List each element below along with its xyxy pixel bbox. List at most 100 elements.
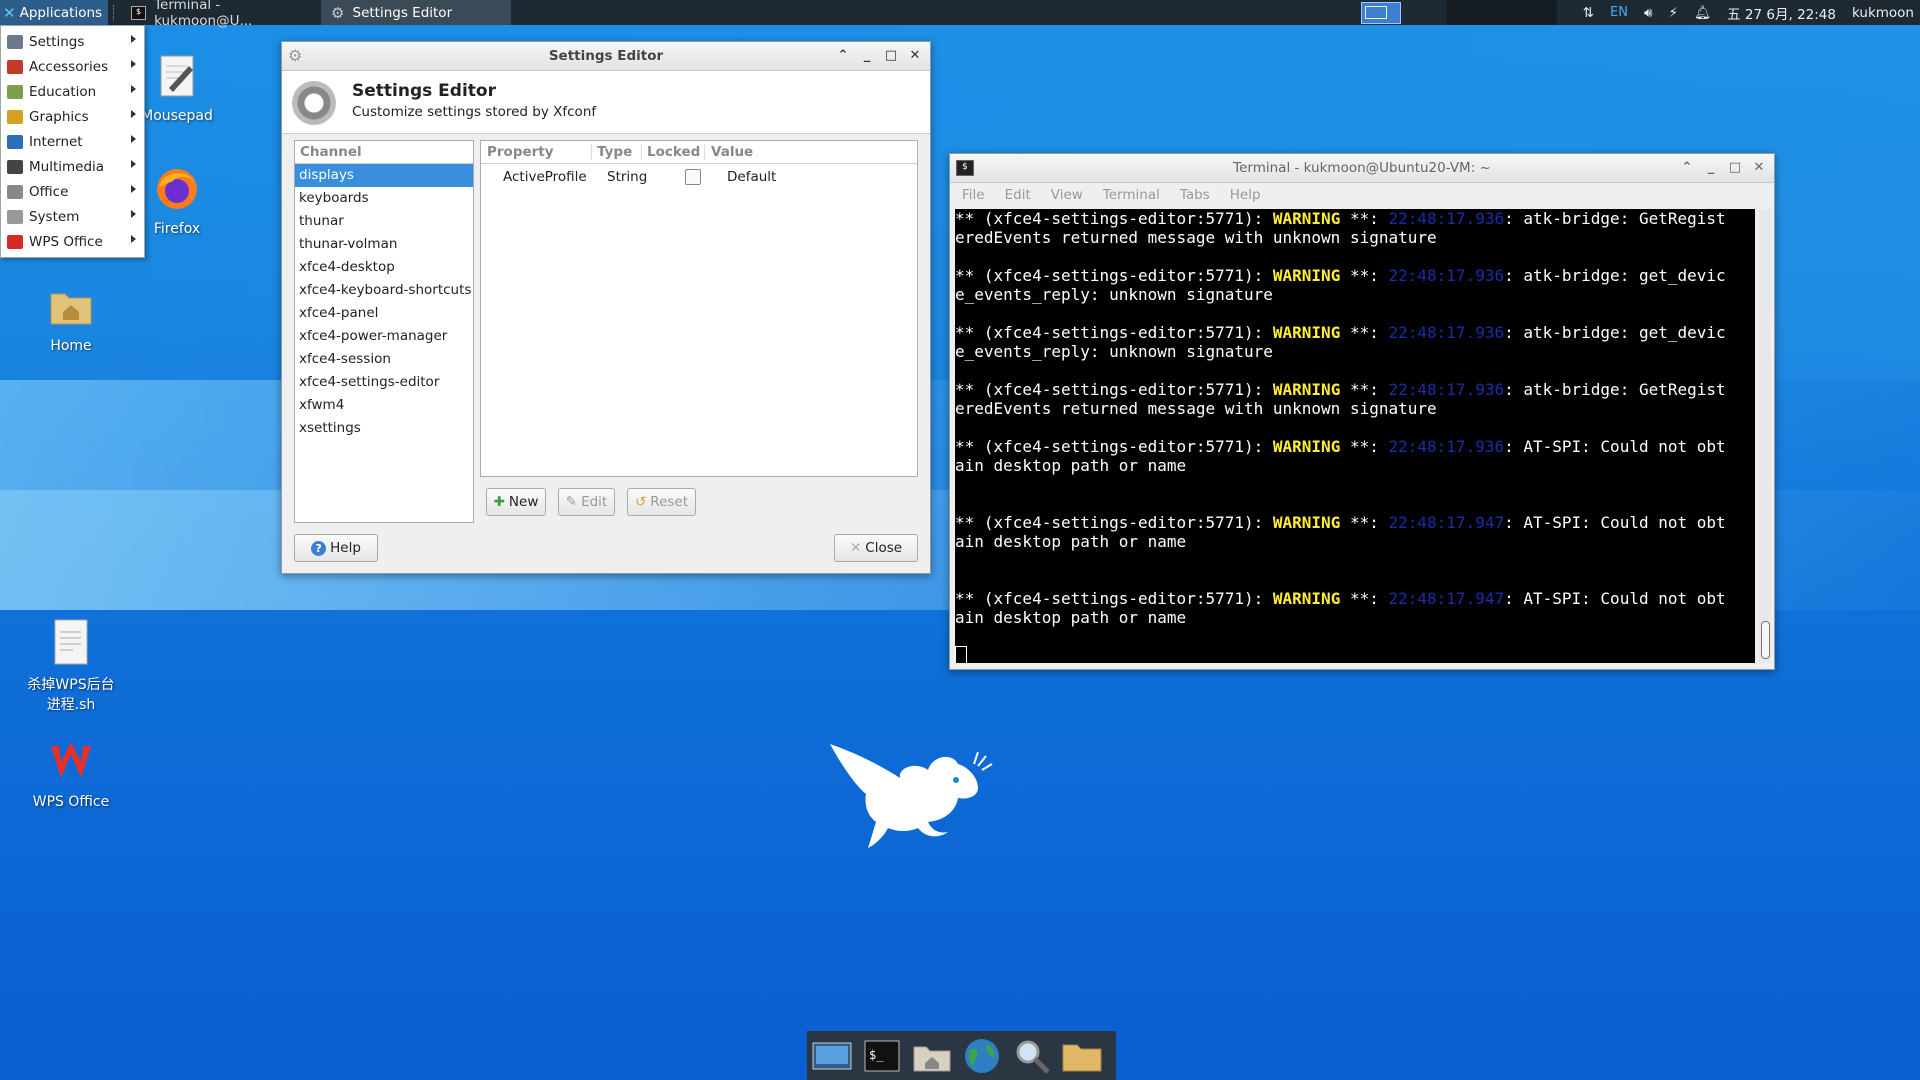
desktop-icon-label-line2: 进程.sh — [46, 697, 96, 713]
scrollbar-thumb[interactable] — [1761, 621, 1770, 659]
menu-help[interactable]: Help — [1230, 187, 1261, 203]
channel-item-xfce4-panel[interactable]: xfce4-panel — [295, 302, 473, 325]
terminal-scrollbar[interactable] — [1759, 209, 1771, 663]
search-icon[interactable] — [1011, 1036, 1053, 1076]
shade-button[interactable]: ⌃ — [1680, 154, 1694, 182]
menu-item-label: Graphics — [29, 108, 89, 125]
submenu-arrow-icon — [131, 60, 136, 68]
terminal-line: ** (xfce4-settings-editor:5771): WARNING… — [955, 209, 1755, 228]
menu-item-system[interactable]: System — [1, 204, 144, 229]
menu-item-education[interactable]: Education — [1, 79, 144, 104]
web-browser-icon[interactable] — [961, 1036, 1003, 1076]
multimedia-icon — [7, 159, 23, 174]
office-icon — [7, 184, 23, 199]
menu-terminal[interactable]: Terminal — [1103, 187, 1160, 203]
channel-item-xfce4-keyboard-shortcuts[interactable]: xfce4-keyboard-shortcuts — [295, 279, 473, 302]
property-table[interactable]: Property Type Locked Value ActiveProfile… — [480, 140, 918, 477]
menu-item-settings[interactable]: Settings — [1, 29, 144, 54]
power-icon[interactable]: ⚡︎ — [1669, 5, 1678, 21]
close-button[interactable]: ✕ Close — [834, 534, 918, 562]
clock[interactable]: 五 27 6月, 22:48 — [1727, 3, 1836, 23]
menu-edit[interactable]: Edit — [1005, 187, 1031, 203]
menu-item-graphics[interactable]: Graphics — [1, 104, 144, 129]
keyboard-layout-indicator[interactable]: EN — [1610, 5, 1628, 20]
menu-item-multimedia[interactable]: Multimedia — [1, 154, 144, 179]
value-column-header[interactable]: Value — [705, 144, 753, 160]
notification-bell-icon[interactable]: 🔔︎ — [1694, 5, 1711, 21]
terminal-window-icon[interactable]: $ — [956, 160, 974, 176]
channel-item-xfce4-settings-editor[interactable]: xfce4-settings-editor — [295, 371, 473, 394]
menu-view[interactable]: View — [1051, 187, 1083, 203]
type-column-header[interactable]: Type — [592, 144, 642, 160]
maximize-button[interactable]: □ — [884, 42, 898, 70]
gear-icon: ⚙ — [331, 3, 345, 22]
new-button[interactable]: ✚ New — [486, 488, 546, 516]
terminal-titlebar[interactable]: $ Terminal - kukmoon@Ubuntu20-VM: ~ ⌃ _ … — [950, 154, 1774, 183]
taskbar-terminal[interactable]: $ Terminal - kukmoon@U... — [121, 0, 321, 29]
desktop-icon-script[interactable]: 杀掉WPS后台 进程.sh — [21, 618, 121, 714]
desktop-icon-label: Home — [50, 338, 92, 354]
help-icon: ? — [311, 540, 327, 556]
window-menu-gear-icon[interactable]: ⚙ — [288, 42, 302, 70]
channel-item-displays[interactable]: displays — [295, 164, 473, 187]
desktop-icon-label: WPS Office — [32, 794, 110, 810]
channel-item-xfwm4[interactable]: xfwm4 — [295, 394, 473, 417]
firefox-icon — [157, 169, 197, 209]
terminal-output[interactable]: ** (xfce4-settings-editor:5771): WARNING… — [955, 209, 1755, 663]
menu-tabs[interactable]: Tabs — [1180, 187, 1210, 203]
channel-item-xsettings[interactable]: xsettings — [295, 417, 473, 440]
channel-item-xfce4-power-manager[interactable]: xfce4-power-manager — [295, 325, 473, 348]
close-window-button[interactable]: ✕ — [908, 42, 922, 70]
svg-text:$_: $_ — [869, 1048, 884, 1062]
terminal-line: eredEvents returned message with unknown… — [955, 228, 1437, 247]
taskbar-settings-editor[interactable]: ⚙ Settings Editor — [321, 0, 512, 25]
file-manager-icon[interactable] — [1061, 1036, 1103, 1076]
terminal-segment-mid: **: — [1340, 589, 1389, 608]
user-menu[interactable]: kukmoon — [1852, 5, 1914, 21]
channel-item-xfce4-desktop[interactable]: xfce4-desktop — [295, 256, 473, 279]
settings-titlebar[interactable]: ⚙ Settings Editor ⌃ _ □ ✕ — [282, 42, 930, 71]
terminal-icon[interactable]: $_ — [861, 1036, 903, 1076]
menu-item-accessories[interactable]: Accessories — [1, 54, 144, 79]
edit-button[interactable]: ✎ Edit — [558, 488, 615, 516]
channel-item-keyboards[interactable]: keyboards — [295, 187, 473, 210]
channel-column-header[interactable]: Channel — [295, 141, 473, 164]
desktop-icon-wps[interactable]: WPS Office — [21, 738, 121, 810]
locked-column-header[interactable]: Locked — [642, 144, 705, 160]
close-window-button[interactable]: ✕ — [1752, 154, 1766, 182]
menu-item-internet[interactable]: Internet — [1, 129, 144, 154]
property-column-header[interactable]: Property — [481, 144, 592, 160]
applications-menu-button[interactable]: ✕ Applications — [0, 0, 109, 25]
panel-empty-area — [1446, 0, 1557, 25]
channel-item-thunar-volman[interactable]: thunar-volman — [295, 233, 473, 256]
property-type: String — [607, 169, 648, 185]
terminal-segment-pre: ** (xfce4-settings-editor:5771): — [955, 323, 1273, 342]
mousepad-icon — [160, 55, 194, 97]
channel-item-xfce4-session[interactable]: xfce4-session — [295, 348, 473, 371]
terminal-line: eredEvents returned message with unknown… — [955, 399, 1437, 418]
taskbar-settings-label: Settings Editor — [352, 4, 453, 21]
menu-file[interactable]: File — [962, 187, 985, 203]
network-icon[interactable]: ⇅ — [1583, 5, 1594, 21]
shade-button[interactable]: ⌃ — [836, 42, 850, 70]
terminal-segment-warn: WARNING — [1272, 323, 1341, 342]
show-desktop-icon[interactable] — [811, 1036, 853, 1076]
channel-item-thunar[interactable]: thunar — [295, 210, 473, 233]
home-folder-icon[interactable] — [911, 1036, 953, 1076]
desktop-icon-home[interactable]: Home — [21, 282, 121, 354]
minimize-button[interactable]: _ — [1704, 154, 1718, 182]
volume-icon[interactable]: 🔊︎ — [1644, 5, 1653, 21]
reset-button[interactable]: ↺ Reset — [627, 488, 696, 516]
property-row[interactable]: ActiveProfile String Default — [481, 164, 917, 190]
locked-checkbox[interactable] — [661, 169, 725, 185]
menu-item-wps-office[interactable]: WPS Office — [1, 229, 144, 254]
top-panel: ✕ Applications $ Terminal - kukmoon@U...… — [0, 0, 1920, 29]
minimize-button[interactable]: _ — [860, 42, 874, 70]
maximize-button[interactable]: □ — [1728, 154, 1742, 182]
help-button[interactable]: ? Help — [294, 534, 378, 562]
menu-item-office[interactable]: Office — [1, 179, 144, 204]
channel-list[interactable]: Channel displays keyboards thunar thunar-vo… — [294, 140, 474, 523]
terminal-line: ain desktop path or name — [955, 532, 1187, 551]
workspace-switcher[interactable] — [1360, 1, 1401, 24]
